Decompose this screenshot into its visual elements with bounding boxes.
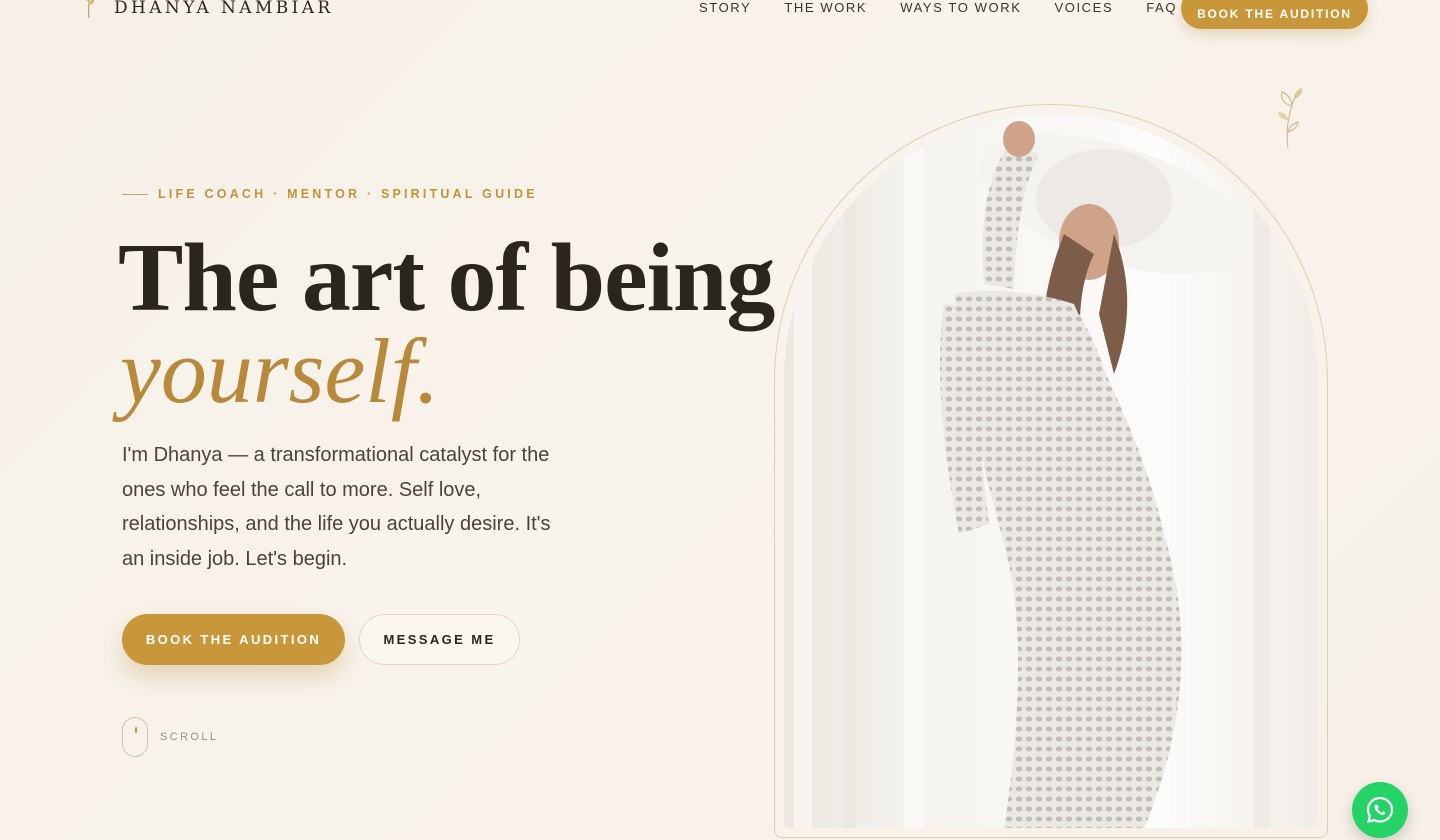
eyebrow-divider — [122, 193, 148, 195]
hero-intro: I'm Dhanya — a transformational catalyst… — [122, 444, 551, 570]
whatsapp-icon — [1366, 796, 1394, 824]
hero-eyebrow: LIFE COACH · MENTOR · SPIRITUAL GUIDE — [122, 187, 538, 201]
nav-faq[interactable]: FAQ — [1146, 0, 1177, 17]
nav-story[interactable]: STORY — [699, 0, 751, 17]
brand-logo[interactable]: DHANYA NAMBIAR — [80, 0, 334, 20]
header-book-audition-button[interactable]: BOOK THE AUDITION — [1181, 0, 1368, 29]
whatsapp-button[interactable] — [1352, 782, 1408, 838]
book-audition-button[interactable]: BOOK THE AUDITION — [122, 614, 345, 665]
hero-title-accent: yourself. — [120, 320, 440, 422]
portrait-photo — [784, 114, 1318, 828]
eyebrow-text: LIFE COACH · MENTOR · SPIRITUAL GUIDE — [158, 187, 538, 201]
nav-the-work[interactable]: THE WORK — [784, 0, 867, 17]
scroll-label: SCROLL — [160, 731, 219, 743]
brand-name: DHANYA NAMBIAR — [114, 0, 334, 18]
message-me-button[interactable]: MESSAGE ME — [359, 614, 520, 665]
main-nav: STORY THE WORK WAYS TO WORK VOICES FAQ — [699, 0, 1177, 17]
mouse-scroll-icon — [122, 717, 148, 757]
site-header: DHANYA NAMBIAR STORY THE WORK WAYS TO WO… — [0, 0, 1440, 40]
logo-sprig-icon — [86, 0, 95, 19]
nav-ways-to-work[interactable]: WAYS TO WORK — [900, 0, 1021, 17]
nav-voices[interactable]: VOICES — [1054, 0, 1113, 17]
portrait-illustration — [784, 114, 1318, 828]
scroll-indicator[interactable]: SCROLL — [122, 717, 218, 757]
